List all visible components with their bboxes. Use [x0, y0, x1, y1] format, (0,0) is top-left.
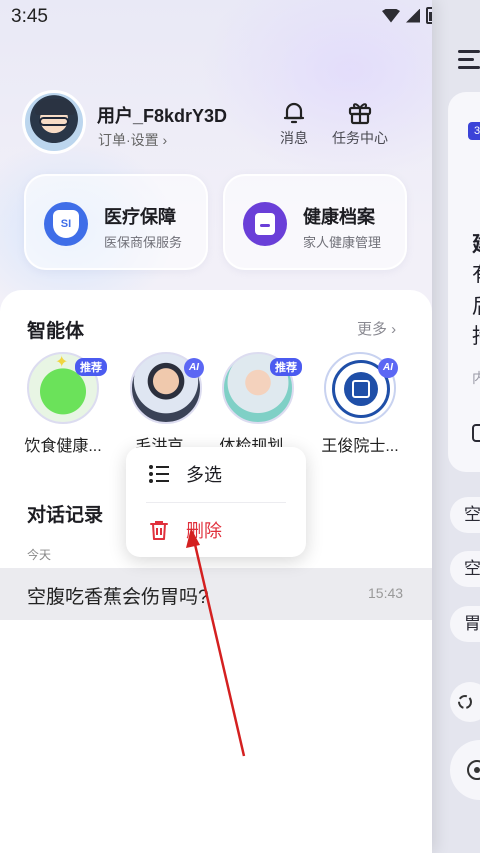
- agent-avatar: AI: [324, 352, 398, 424]
- conversation-item[interactable]: 空腹吃香蕉会伤胃吗? 15:43: [0, 568, 432, 620]
- avatar[interactable]: [22, 90, 86, 154]
- menu-divider: [146, 502, 286, 503]
- background-chat-panel: 3 建 有 后 持 内 空 空 胃: [432, 0, 480, 853]
- card-title: 医疗保障: [104, 207, 176, 227]
- agent-avatar: 推荐: [222, 352, 302, 424]
- more-agents-link[interactable]: 更多 ›: [357, 318, 396, 339]
- background-text: 内: [472, 370, 480, 386]
- agent-item[interactable]: 推荐 ✦ 饮食健康...: [23, 352, 107, 456]
- signal-icon: [406, 8, 420, 23]
- delete-label: 删除: [186, 521, 222, 541]
- battery-icon: [426, 7, 432, 24]
- bell-icon: [283, 102, 305, 124]
- history-section-title: 对话记录: [27, 505, 104, 526]
- background-badge: 3: [468, 122, 480, 140]
- background-text: 持: [472, 320, 480, 350]
- wifi-icon: [382, 8, 400, 23]
- status-icons: [382, 7, 432, 24]
- ai-badge: AI: [378, 358, 398, 378]
- list-icon: [149, 465, 169, 483]
- agent-item[interactable]: AI 毛洪京...: [126, 352, 206, 456]
- messages-label: 消息: [280, 130, 308, 146]
- side-drawer: 3:45 用户_F8kdrY3D 订单·设置 › 消息 任务中心 SI 医疗保障…: [0, 0, 432, 853]
- multi-select-menu-item[interactable]: 多选: [148, 461, 222, 487]
- agents-section-title: 智能体: [27, 321, 85, 342]
- refresh-icon[interactable]: [450, 682, 480, 722]
- multi-select-label: 多选: [186, 465, 222, 485]
- agent-item[interactable]: 推荐 体检规划...: [218, 352, 302, 456]
- menu-icon[interactable]: [458, 50, 480, 74]
- background-text: 有: [472, 258, 480, 288]
- agent-item[interactable]: AI 王俊院士...: [320, 352, 400, 456]
- messages-button[interactable]: 消息: [261, 98, 327, 148]
- conversation-time: 15:43: [368, 585, 404, 601]
- copy-icon[interactable]: [472, 424, 480, 442]
- recommend-badge: 推荐: [270, 358, 302, 376]
- agent-name: 饮食健康...: [24, 438, 102, 455]
- agent-name: 王俊院士...: [321, 438, 399, 455]
- insurance-icon: SI: [44, 202, 88, 246]
- background-chip[interactable]: 胃: [450, 606, 480, 642]
- conversation-question: 空腹吃香蕉会伤胃吗?: [27, 587, 209, 608]
- card-subtitle: 家人健康管理: [303, 235, 382, 250]
- status-time: 3:45: [11, 6, 48, 27]
- ai-badge: AI: [184, 358, 204, 378]
- background-chip[interactable]: 空: [450, 551, 480, 587]
- card-title: 健康档案: [303, 207, 375, 227]
- task-center-button[interactable]: 任务中心: [327, 98, 393, 148]
- health-record-icon: [243, 202, 287, 246]
- gift-icon: [348, 103, 372, 125]
- call-icon[interactable]: [450, 740, 480, 800]
- health-record-card[interactable]: 健康档案 家人健康管理: [223, 174, 407, 270]
- sparkle-icon: ✦: [55, 354, 69, 371]
- trash-icon: [150, 521, 168, 540]
- delete-menu-item[interactable]: 删除: [148, 517, 222, 543]
- username[interactable]: 用户_F8kdrY3D: [97, 102, 227, 128]
- background-text: 后: [472, 290, 480, 320]
- background-chip[interactable]: 空: [450, 497, 480, 533]
- medical-insurance-card[interactable]: SI 医疗保障 医保商保服务: [24, 174, 208, 270]
- card-subtitle: 医保商保服务: [104, 235, 183, 250]
- agent-avatar: AI: [130, 352, 204, 424]
- context-menu: 多选 删除: [126, 447, 306, 557]
- orders-settings-link[interactable]: 订单·设置 ›: [98, 130, 167, 150]
- task-center-label: 任务中心: [332, 130, 388, 146]
- history-date-label: 今天: [27, 548, 52, 562]
- agent-avatar: 推荐 ✦: [27, 352, 107, 424]
- recommend-badge: 推荐: [75, 358, 107, 376]
- content-sheet: 智能体 更多 › 推荐 ✦ 饮食健康... AI 毛洪京... 推荐 体检规划.…: [0, 290, 432, 853]
- background-text: 建: [472, 228, 480, 258]
